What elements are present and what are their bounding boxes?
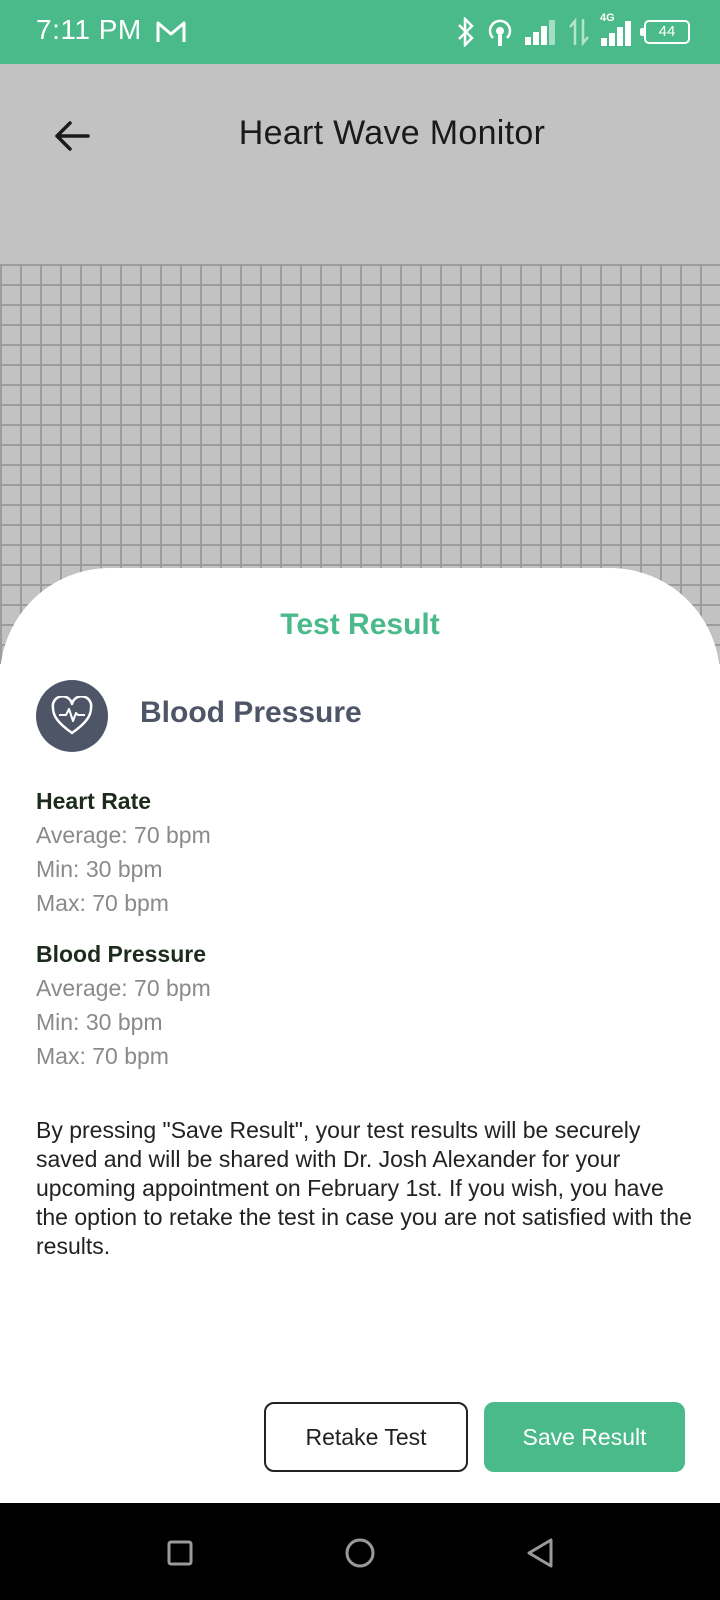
status-time: 7:11 PM — [36, 14, 142, 45]
home-button[interactable] — [340, 1533, 380, 1573]
data-arrows-icon — [569, 17, 589, 47]
save-result-button[interactable]: Save Result — [484, 1402, 685, 1472]
signal-4g-icon — [601, 21, 631, 46]
system-nav-bar — [0, 1503, 720, 1600]
battery-indicator: 44 — [640, 20, 690, 44]
heart-rate-min: Min: 30 bpm — [36, 856, 163, 882]
result-sheet: Test Result Blood Pressure Heart Rate Av… — [0, 568, 720, 1503]
heart-pulse-icon — [51, 696, 93, 735]
section-heading-heart-rate: Heart Rate — [36, 788, 152, 814]
retake-test-button[interactable]: Retake Test — [264, 1402, 468, 1472]
square-icon — [167, 1540, 193, 1566]
triangle-back-icon — [527, 1538, 553, 1568]
save-info-note: By pressing "Save Result", your test res… — [36, 1117, 692, 1259]
blood-pressure-max: Max: 70 bpm — [36, 1043, 169, 1069]
hotspot-icon — [488, 19, 512, 46]
heart-rate-max: Max: 70 bpm — [36, 890, 169, 916]
status-bar: 7:11 PM 4G 44 — [0, 0, 720, 64]
heart-rate-average: Average: 70 bpm — [36, 822, 211, 848]
circle-icon — [345, 1538, 375, 1568]
page-title: Heart Wave Monitor — [238, 114, 546, 152]
gmail-icon — [156, 21, 186, 42]
battery-level: 44 — [658, 23, 676, 40]
recents-button[interactable] — [160, 1533, 200, 1573]
section-heading-blood-pressure: Blood Pressure — [36, 941, 206, 967]
blood-pressure-average: Average: 70 bpm — [36, 975, 211, 1001]
back-nav-button[interactable] — [520, 1533, 560, 1573]
blood-pressure-min: Min: 30 bpm — [36, 1009, 163, 1035]
test-icon-badge — [36, 680, 108, 752]
app-bar: Heart Wave Monitor — [0, 64, 720, 264]
network-4g-signal: 4G — [600, 12, 634, 48]
status-icons: 4G 44 — [456, 12, 690, 50]
sheet-title: Test Result — [280, 608, 440, 641]
signal-icon — [525, 20, 555, 45]
bluetooth-icon — [458, 17, 474, 47]
test-name: Blood Pressure — [140, 696, 362, 729]
